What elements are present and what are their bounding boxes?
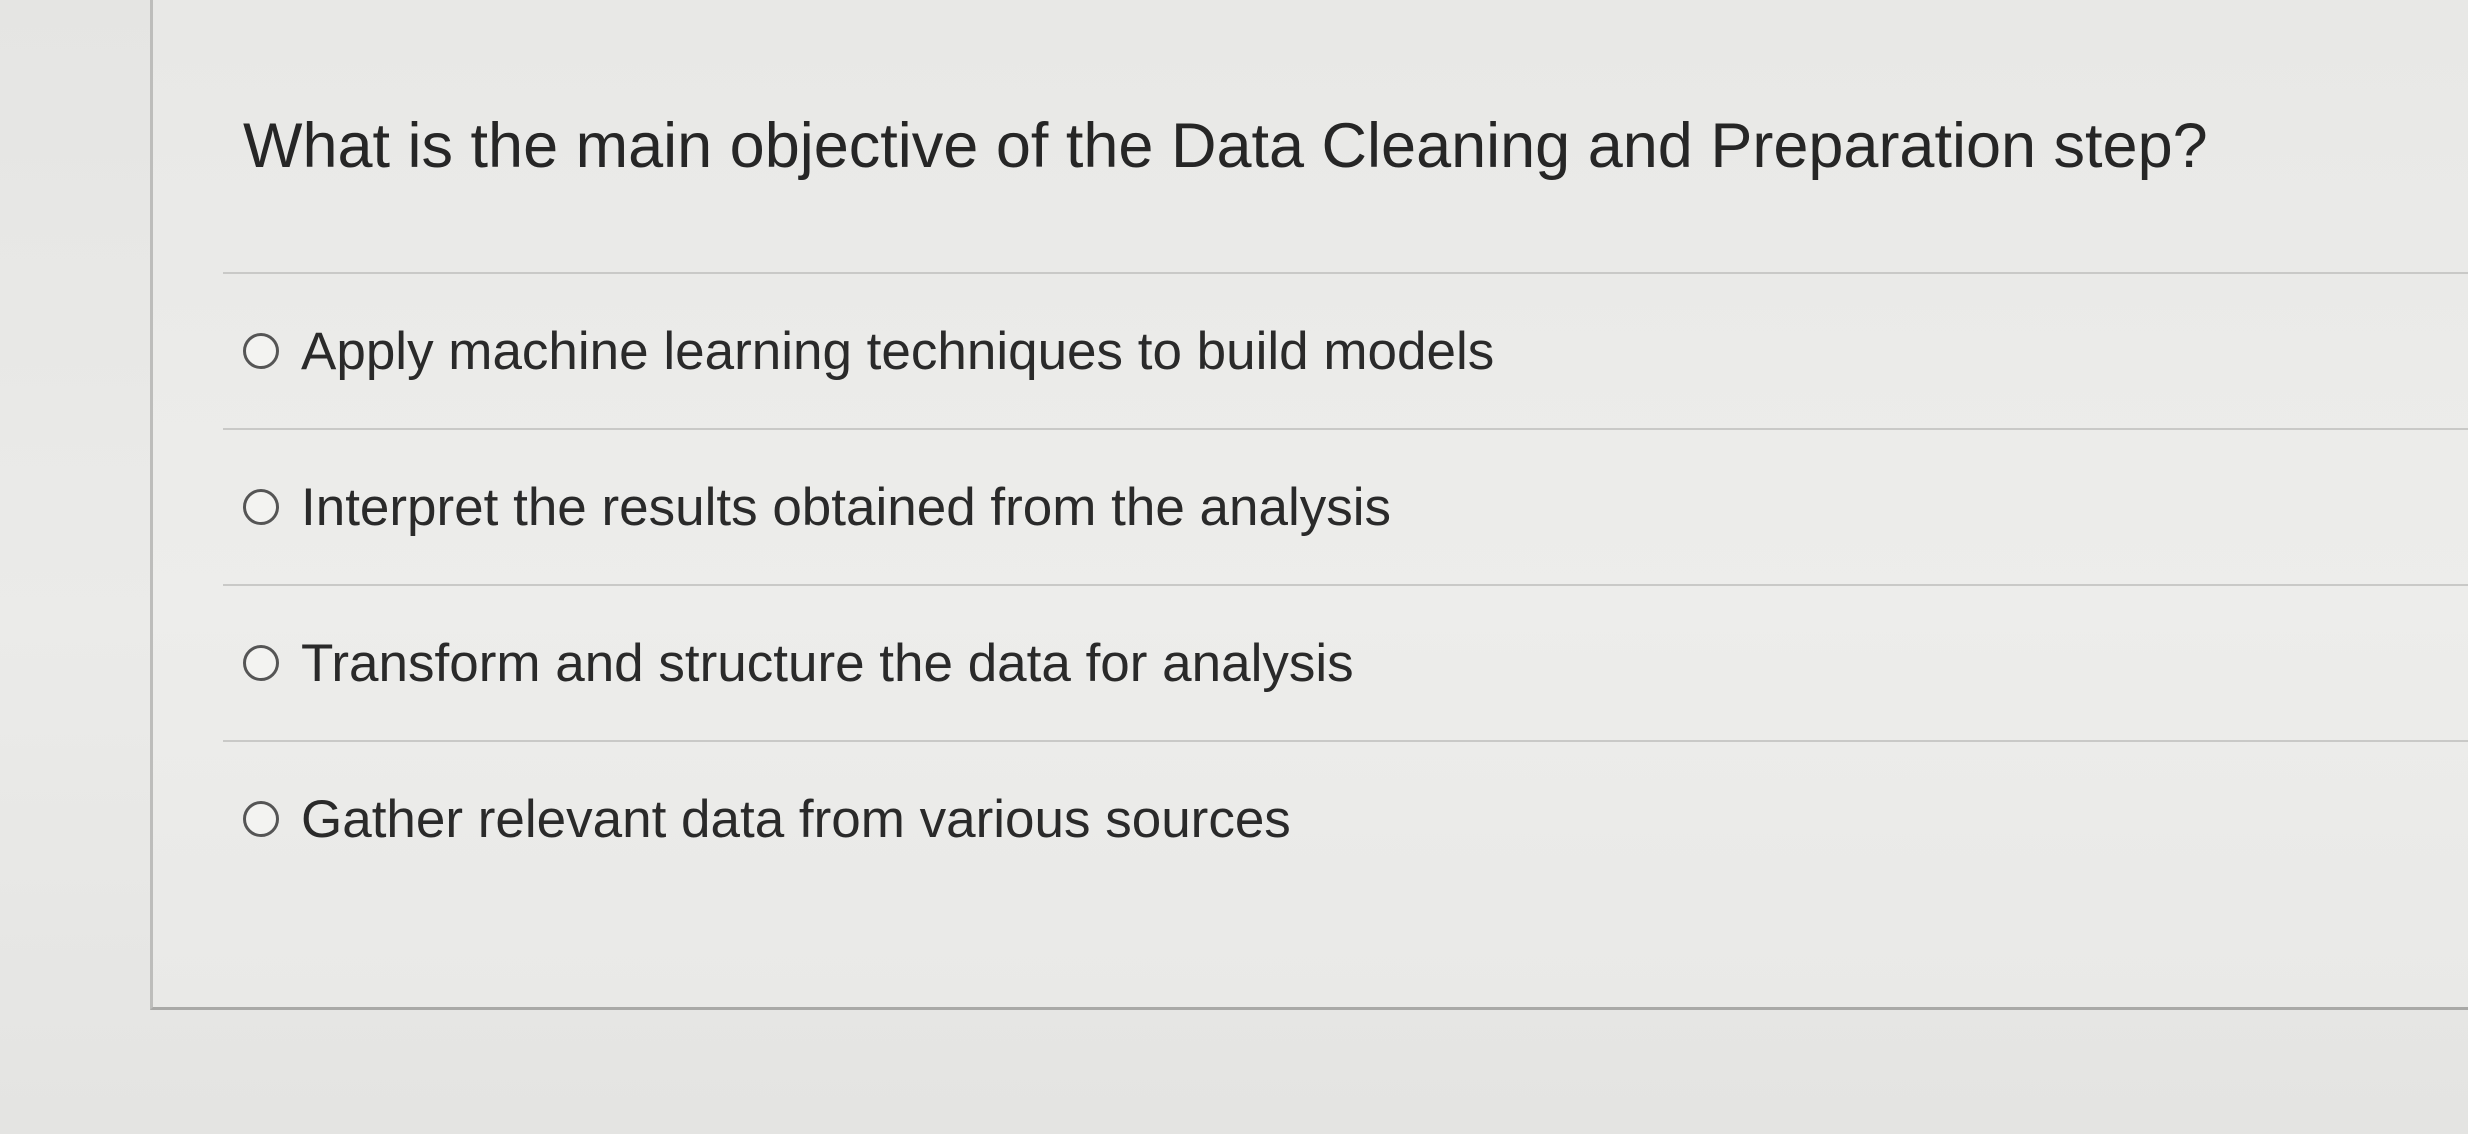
answer-options: Apply machine learning techniques to bui…	[153, 272, 2468, 896]
radio-button-icon[interactable]	[243, 801, 279, 837]
radio-button-icon[interactable]	[243, 333, 279, 369]
answer-option-label: Transform and structure the data for ana…	[301, 633, 1354, 693]
answer-option-label: Apply machine learning techniques to bui…	[301, 321, 1495, 381]
radio-button-icon[interactable]	[243, 645, 279, 681]
answer-option-label: Interpret the results obtained from the …	[301, 477, 1392, 537]
question-text: What is the main objective of the Data C…	[243, 111, 2208, 181]
question-card: What is the main objective of the Data C…	[150, 0, 2468, 1010]
answer-option-4[interactable]: Gather relevant data from various source…	[153, 742, 2468, 896]
answer-option-1[interactable]: Apply machine learning techniques to bui…	[153, 274, 2468, 428]
answer-option-2[interactable]: Interpret the results obtained from the …	[153, 430, 2468, 584]
answer-option-label: Gather relevant data from various source…	[301, 789, 1291, 849]
answer-option-3[interactable]: Transform and structure the data for ana…	[153, 586, 2468, 740]
radio-button-icon[interactable]	[243, 489, 279, 525]
